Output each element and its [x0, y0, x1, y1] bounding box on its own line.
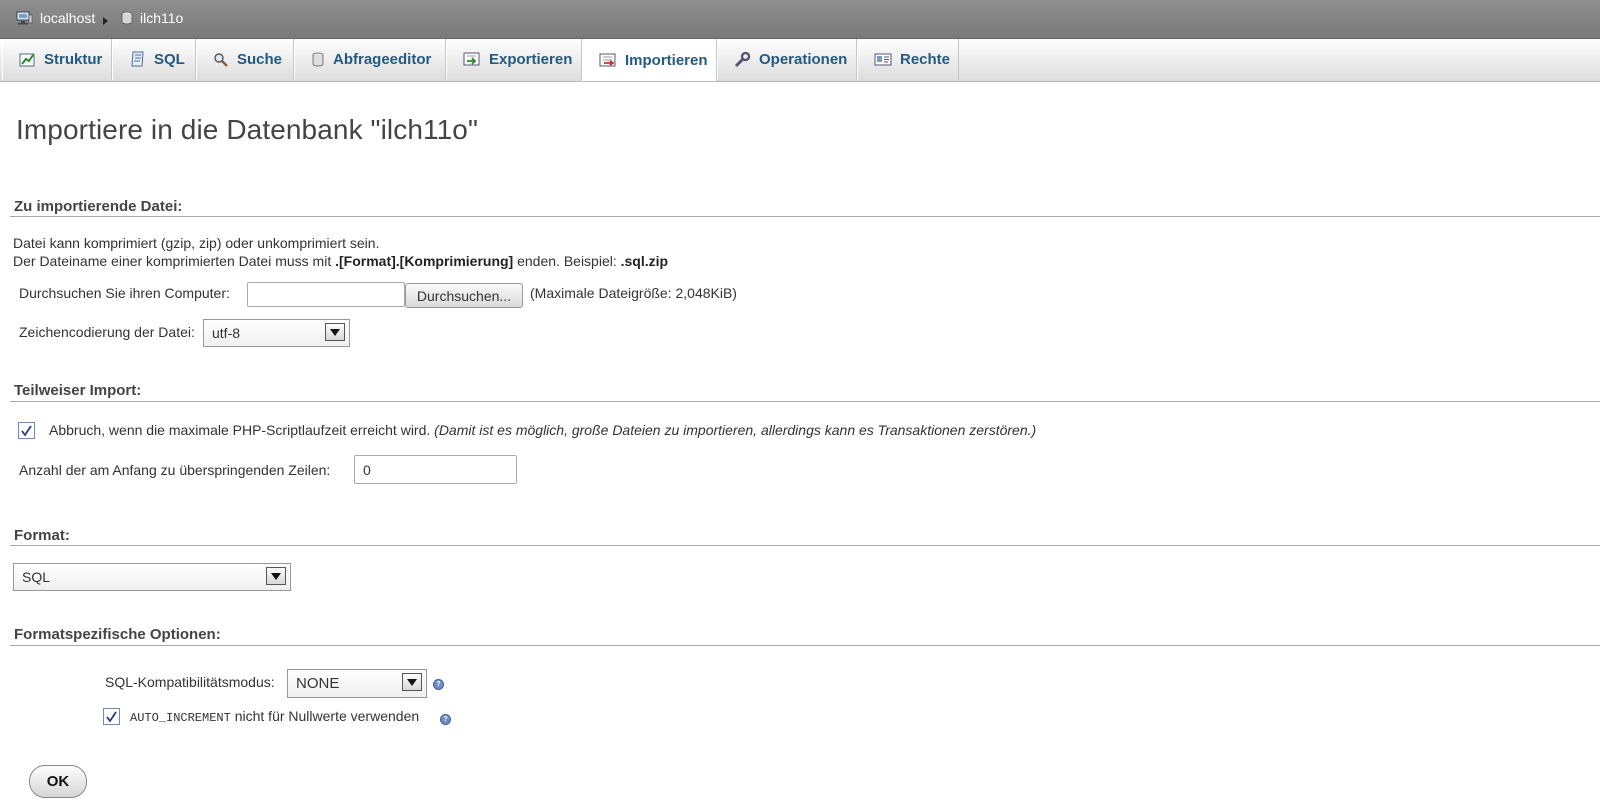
breadcrumb-database[interactable]: ilch11o — [121, 10, 183, 26]
chevron-down-icon — [325, 323, 345, 341]
chevron-down-icon — [402, 673, 422, 691]
privileges-icon — [874, 53, 892, 66]
browse-button[interactable]: Durchsuchen... — [405, 283, 523, 308]
checkmark-icon — [21, 425, 32, 437]
skip-lines-label: Anzahl der am Anfang zu überspringenden … — [19, 462, 331, 478]
format-section-heading: Format: — [14, 527, 70, 544]
charset-select[interactable]: utf-8 — [203, 319, 350, 347]
database-icon — [121, 11, 133, 25]
ok-button[interactable]: OK — [29, 765, 87, 798]
file-compression-info: Datei kann komprimiert (gzip, zip) oder … — [13, 235, 380, 251]
help-icon[interactable]: ? — [440, 714, 451, 725]
autoinc-label: AUTO_INCREMENT nicht für Nullwerte verwe… — [130, 708, 420, 725]
page-title: Importiere in die Datenbank "ilch11o" — [16, 114, 478, 145]
tab-abfrageeditor[interactable]: Abfrageeditor — [294, 39, 446, 80]
export-icon — [463, 52, 481, 67]
options-section-divider — [10, 645, 1600, 646]
query-icon — [311, 52, 325, 67]
server-icon — [16, 11, 33, 25]
breadcrumb-separator-icon — [103, 17, 108, 25]
compat-mode-select[interactable]: NONE — [287, 669, 427, 698]
file-section-heading: Zu importierende Datei: — [14, 198, 183, 215]
partial-section-heading: Teilweiser Import: — [14, 382, 142, 399]
top-bar: localhost ilch11o — [0, 0, 1600, 39]
tab-struktur[interactable]: Struktur — [2, 39, 112, 80]
compat-mode-label: SQL-Kompatibilitätsmodus: — [105, 674, 275, 690]
checkmark-icon — [106, 711, 117, 723]
wrench-icon — [734, 51, 751, 68]
tab-suche[interactable]: Suche — [196, 39, 294, 80]
tab-sql[interactable]: SQL — [112, 39, 196, 80]
tab-bar: Struktur SQL Suche Abfrageeditor Exporti… — [0, 39, 1600, 82]
options-section-heading: Formatspezifische Optionen: — [14, 626, 221, 643]
charset-label: Zeichencodierung der Datei: — [19, 324, 195, 340]
chevron-down-icon — [266, 567, 286, 585]
skip-lines-input[interactable] — [354, 455, 517, 484]
breadcrumb-server-label: localhost — [40, 10, 96, 26]
file-name-info: Der Dateiname einer komprimierten Datei … — [13, 253, 669, 269]
file-path-input[interactable] — [247, 282, 405, 307]
format-select[interactable]: SQL — [13, 563, 291, 591]
autoinc-checkbox[interactable] — [103, 708, 120, 725]
abort-label: Abbruch, wenn die maximale PHP-Scriptlau… — [49, 422, 1037, 438]
max-file-size: (Maximale Dateigröße: 2,048KiB) — [530, 285, 737, 301]
import-icon — [599, 53, 617, 68]
file-section-divider — [10, 216, 1600, 217]
abort-checkbox[interactable] — [18, 422, 35, 439]
structure-icon — [19, 52, 36, 68]
help-icon[interactable]: ? — [433, 679, 444, 690]
format-section-divider — [10, 545, 1600, 546]
breadcrumb-database-label: ilch11o — [140, 10, 184, 26]
tab-rechte[interactable]: Rechte — [857, 39, 959, 80]
tab-operationen[interactable]: Operationen — [717, 39, 857, 80]
breadcrumb-server[interactable]: localhost — [16, 10, 95, 26]
sql-icon — [129, 51, 146, 68]
tab-exportieren[interactable]: Exportieren — [446, 39, 582, 80]
browse-label: Durchsuchen Sie ihren Computer: — [19, 285, 230, 301]
tab-importieren[interactable]: Importieren — [582, 39, 717, 81]
partial-section-divider — [10, 401, 1600, 402]
search-icon — [213, 52, 229, 68]
